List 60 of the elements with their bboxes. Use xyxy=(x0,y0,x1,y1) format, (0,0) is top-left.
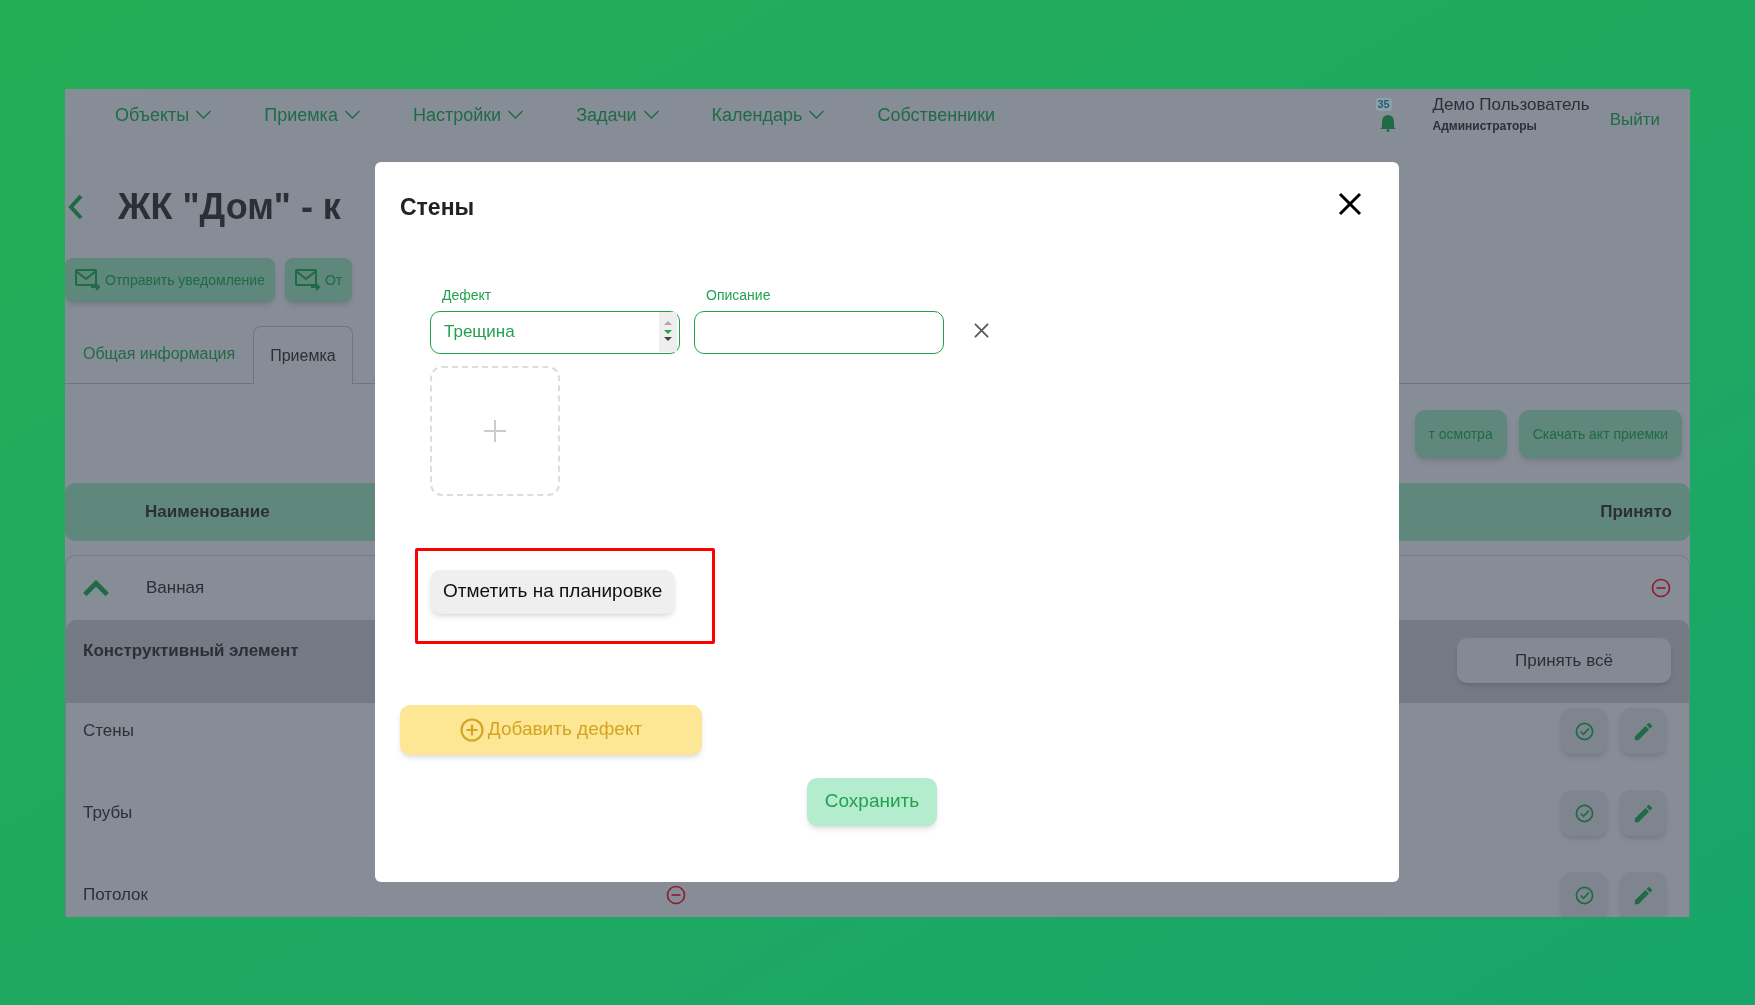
send-notification-button[interactable]: От xyxy=(284,258,353,302)
description-field[interactable] xyxy=(694,310,944,354)
plus-icon xyxy=(483,418,507,443)
close-icon[interactable] xyxy=(1338,192,1362,217)
nav-menu-item[interactable]: Собственники xyxy=(877,101,996,129)
select-value: Трещина xyxy=(444,321,515,344)
save-button[interactable]: Сохранить xyxy=(807,777,937,826)
edit-button[interactable] xyxy=(1620,790,1666,836)
edit-button[interactable] xyxy=(1620,708,1666,754)
download-act-button[interactable]: Скачать акт приемки xyxy=(1518,410,1682,458)
send-notification-button[interactable]: Отправить уведомление xyxy=(65,258,275,302)
tab[interactable]: Приемка xyxy=(253,326,353,384)
nav-menu-item[interactable]: Настройки xyxy=(412,101,525,129)
row-name: Стены xyxy=(83,721,134,741)
check-circle-icon xyxy=(1574,721,1594,741)
nav-menu-item[interactable]: Приемка xyxy=(264,101,361,129)
column-header: Наименование xyxy=(145,501,270,524)
field-label: Описание xyxy=(706,285,772,305)
notification-count: 35 xyxy=(1375,98,1392,111)
edit-button[interactable] xyxy=(1620,872,1666,917)
minus-circle-icon xyxy=(1651,578,1671,598)
chevron-down-icon xyxy=(808,110,826,120)
row-name: Трубы xyxy=(83,803,133,823)
accept-button[interactable] xyxy=(1561,790,1607,836)
chevron-down-icon xyxy=(195,110,213,120)
page-title: ЖК "Дом" - к xyxy=(118,185,341,229)
photo-upload-area[interactable] xyxy=(430,365,560,496)
nav-menu-item[interactable]: Календарь xyxy=(711,101,826,129)
minus-circle-icon xyxy=(666,885,686,905)
defect-select[interactable]: Трещина xyxy=(430,310,680,354)
chevron-down-icon xyxy=(343,110,361,120)
group-name: Ванная xyxy=(146,577,205,600)
check-circle-icon xyxy=(1574,803,1594,823)
accept-all-button[interactable]: Принять всё xyxy=(1457,638,1671,683)
section-title: Конструктивный элемент xyxy=(83,640,299,662)
user-role: Администраторы xyxy=(1432,118,1538,135)
remove-icon[interactable] xyxy=(974,322,989,338)
notification-bell[interactable]: 35 xyxy=(1372,98,1403,132)
user-name: Демо Пользователь xyxy=(1432,94,1590,116)
accept-button[interactable] xyxy=(1561,708,1607,754)
column-header: Принято xyxy=(1600,501,1672,524)
accept-button[interactable] xyxy=(1561,872,1607,917)
add-defect-button[interactable]: Добавить дефект xyxy=(400,704,702,755)
nav-menu-item[interactable]: Задачи xyxy=(576,101,660,129)
mail-send-icon xyxy=(75,269,101,291)
chevron-down-icon xyxy=(507,110,525,120)
tab[interactable]: Общая информация xyxy=(65,325,254,383)
logout-link[interactable]: Выйти xyxy=(1609,107,1660,133)
chevron-up-icon xyxy=(83,580,109,596)
mark-on-plan-button[interactable]: Отметить на планировке xyxy=(430,569,676,614)
download-act-button[interactable]: т осмотра xyxy=(1414,410,1507,458)
spinner-arrows-icon xyxy=(659,312,677,352)
row-name: Потолок xyxy=(83,885,148,905)
plus-circle-icon xyxy=(459,717,484,742)
mail-send-icon xyxy=(294,269,321,291)
check-circle-icon xyxy=(1574,885,1594,905)
nav-menu-item[interactable]: Объекты xyxy=(115,101,213,129)
field-label: Дефект xyxy=(442,285,493,305)
dialog-title: Стены xyxy=(400,193,475,222)
chevron-down-icon xyxy=(642,110,660,120)
